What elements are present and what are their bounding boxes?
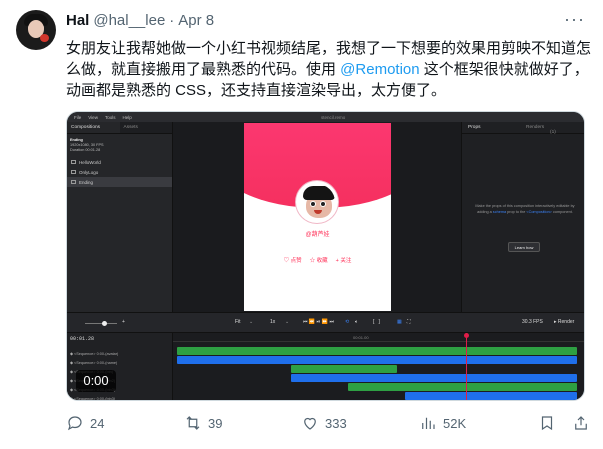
track-label: ◆ <Sequence> 0:00-(btn3) — [70, 397, 116, 401]
views-button[interactable]: 52K — [419, 414, 466, 432]
timeline-ruler: 00:01.00 — [173, 333, 584, 342]
menu-help: Help — [122, 114, 132, 120]
sequence-bar — [291, 374, 577, 382]
sequence-bar — [177, 347, 577, 355]
chevron-down-icon: ⌄ — [285, 319, 290, 325]
video-icon — [71, 170, 76, 174]
speed-select: 1x — [270, 319, 276, 325]
timeline-time: 00:01.28 — [70, 336, 95, 342]
loop-icon: ⟲ — [345, 319, 350, 325]
sequence-bar — [348, 383, 577, 391]
in-out-icon: [ ] — [373, 319, 380, 325]
tab-assets: Assets — [119, 122, 172, 133]
timeline: 00:01.28 ◆ <Sequence> 0:00-(avatar) ◆ <S… — [67, 332, 584, 401]
bookmark-icon — [541, 416, 553, 431]
tweet-header: Hal @hal__lee · Apr 8 — [66, 12, 214, 29]
compositions-panel: Compositions Assets Ending 1920x1080, 30… — [67, 122, 173, 332]
bookmark-button[interactable] — [538, 414, 562, 432]
player-controls: + Fit ⌄ 1x ⌄ ⏮ ⏪ ⏯ ⏩ ⏭ ⟲ 🔈︎ [ ] ▦ ⛶ 30.3… — [67, 312, 584, 332]
learn-how-button: Learn how — [508, 242, 540, 252]
avatar-accent — [40, 34, 49, 42]
retweet-button[interactable]: 39 — [184, 414, 222, 432]
comp-duration: Duration 00:01.28 — [70, 148, 101, 152]
preview-frame: @葫芦娃 ♡ 点赞 ☆ 收藏 + 关注 — [244, 123, 391, 311]
tweet-media-video[interactable]: File View Tools Help stencil.remo Compos… — [66, 111, 585, 401]
composition-item: HelloWorld — [67, 157, 172, 167]
track-label: ◆ <Sequence> 0:00-(name) — [70, 361, 118, 365]
author-name[interactable]: Hal — [66, 12, 89, 29]
render-button: ▸ Render — [554, 319, 575, 325]
follow-action: + 关注 — [335, 258, 352, 264]
views-chart-icon — [422, 417, 435, 429]
preview-username: @葫芦娃 — [305, 232, 330, 238]
like-action: ♡ 点赞 — [283, 258, 302, 264]
separator-dot: · — [169, 12, 175, 29]
fullscreen-icon: ⛶ — [407, 319, 411, 325]
tab-renders: Renders (1) — [526, 125, 556, 135]
tab-compositions: Compositions — [71, 125, 101, 130]
reply-button[interactable]: 24 — [66, 414, 104, 432]
checkerboard-icon: ▦ — [397, 319, 402, 325]
reply-icon — [67, 416, 82, 431]
fit-select: Fit — [235, 319, 241, 325]
video-icon — [71, 160, 76, 164]
retweet-count: 39 — [208, 415, 223, 431]
cartoon-avatar — [296, 181, 338, 223]
menu-view: View — [88, 114, 98, 120]
mention-link[interactable]: @Remotion — [340, 61, 419, 78]
playhead — [466, 333, 467, 400]
zoom-plus-icon: + — [122, 319, 125, 325]
reply-count: 24 — [90, 415, 105, 431]
fps-readout: 30.3 FPS — [522, 319, 543, 325]
track-label: ◆ <Sequence> 0:00-(avatar) — [70, 352, 119, 356]
favorite-action: ☆ 收藏 — [309, 258, 328, 264]
composition-item: OnlyLogo — [67, 167, 172, 177]
like-button[interactable]: 333 — [301, 414, 347, 432]
chevron-down-icon: ⌄ — [249, 319, 254, 325]
composition-info: Ending 1920x1080, 30 FPS Duration 00:01.… — [67, 134, 172, 157]
sequence-bar — [177, 356, 577, 364]
video-icon — [71, 180, 76, 184]
menu-file: File — [74, 114, 82, 120]
app-menubar: File View Tools Help stencil.remo — [67, 112, 584, 122]
share-icon — [575, 416, 587, 430]
preview-canvas: @葫芦娃 ♡ 点赞 ☆ 收藏 + 关注 — [173, 122, 461, 312]
tab-props: Props — [468, 125, 481, 130]
retweet-icon — [186, 416, 200, 430]
author-avatar[interactable] — [16, 10, 56, 50]
sequence-bar — [291, 365, 397, 373]
more-options-icon[interactable]: ··· — [564, 10, 585, 28]
props-description: Make the props of this composition inter… — [475, 204, 575, 214]
like-count: 333 — [325, 415, 347, 431]
playhead-handle — [464, 333, 469, 338]
views-count: 52K — [443, 415, 467, 431]
composition-item-selected: Ending — [67, 177, 172, 187]
author-handle[interactable]: @hal__lee — [93, 12, 165, 29]
props-panel: Props Renders (1) Make the props of this… — [461, 122, 584, 312]
video-timestamp: 0:00 — [76, 370, 116, 392]
preview-actions: ♡ 点赞 ☆ 收藏 + 关注 — [244, 256, 391, 264]
sequence-bar — [405, 392, 577, 400]
window-title: stencil.remo — [321, 114, 346, 120]
menu-tools: Tools — [104, 114, 116, 120]
tweet-text: 女朋友让我帮她做一个小红书视频结尾，我想了一下想要的效果用剪映不知道怎么做，就直… — [66, 38, 596, 101]
tweet-date[interactable]: Apr 8 — [178, 12, 214, 29]
tweet-actions: 24 39 333 52K — [66, 414, 596, 438]
zoom-slider — [85, 321, 117, 326]
playback-buttons-icon: ⏮ ⏪ ⏯ ⏩ ⏭ — [303, 319, 335, 325]
share-button[interactable] — [572, 414, 596, 432]
mute-icon: 🔈︎ — [355, 319, 359, 325]
heart-icon — [304, 417, 316, 430]
